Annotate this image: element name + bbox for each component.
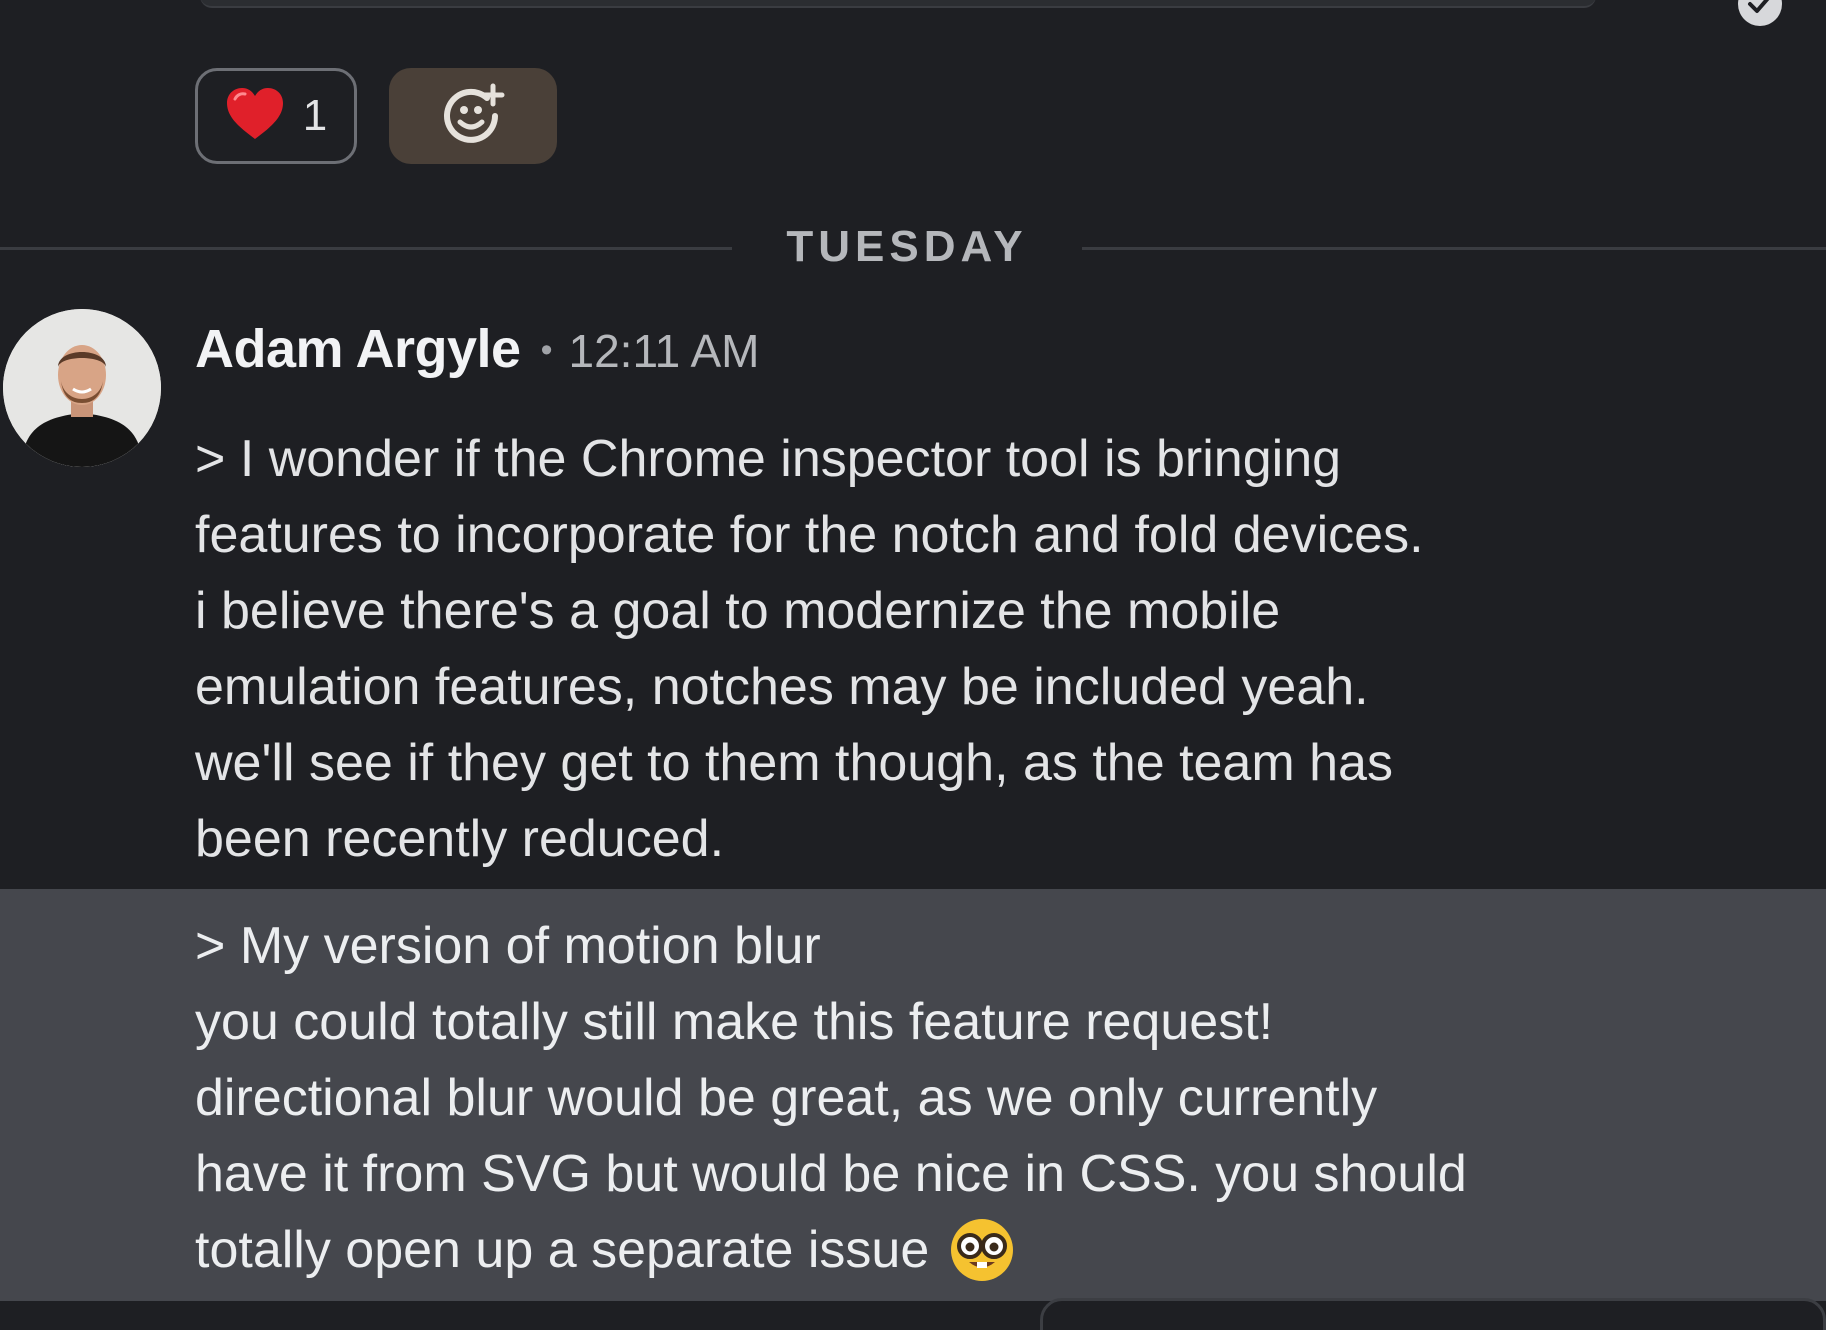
header-separator: • (540, 331, 553, 369)
message-line: > I wonder if the Chrome inspector tool … (195, 430, 1342, 488)
message-line-last: totally open up a separate issue (195, 1212, 1615, 1288)
reaction-bar: 1 (195, 68, 557, 164)
message-action-toolbar[interactable] (1040, 1298, 1826, 1330)
divider-line-right (1082, 247, 1826, 250)
message-line: been recently reduced. (195, 810, 725, 868)
add-reaction-smiley-icon (441, 82, 505, 151)
chat-view: 1 TUESDAY Adam Argyle • 12:11 AM > I won… (0, 0, 1826, 1330)
message-body: > I wonder if the Chrome inspector tool … (195, 421, 1615, 877)
add-reaction-button[interactable] (389, 68, 557, 164)
avatar[interactable] (3, 309, 161, 467)
previous-message-attachment[interactable] (200, 0, 1596, 8)
nerd-face-icon (949, 1217, 1015, 1283)
author-name[interactable]: Adam Argyle (195, 318, 521, 380)
message-line: we'll see if they get to them though, as… (195, 734, 1393, 792)
message-timestamp[interactable]: 12:11 AM (569, 324, 760, 378)
divider-line-left (0, 247, 732, 250)
message-line-text: totally open up a separate issue (195, 1221, 930, 1279)
day-divider: TUESDAY (0, 222, 1826, 272)
heart-reaction-button[interactable]: 1 (195, 68, 357, 164)
check-icon[interactable] (1738, 0, 1782, 26)
message-header: Adam Argyle • 12:11 AM (195, 318, 759, 380)
message-line: > My version of motion blur (195, 917, 821, 975)
message-line: directional blur would be great, as we o… (195, 1069, 1378, 1127)
message-line: you could totally still make this featur… (195, 993, 1274, 1051)
message-line: emulation features, notches may be inclu… (195, 658, 1369, 716)
followup-message-body: > My version of motion blur you could to… (195, 908, 1615, 1288)
red-heart-icon (225, 87, 285, 146)
message-line: i believe there's a goal to modernize th… (195, 582, 1281, 640)
reaction-count: 1 (302, 91, 328, 140)
day-divider-label: TUESDAY (786, 222, 1028, 271)
message-line: features to incorporate for the notch an… (195, 506, 1424, 564)
message-line: have it from SVG but would be nice in CS… (195, 1145, 1467, 1203)
